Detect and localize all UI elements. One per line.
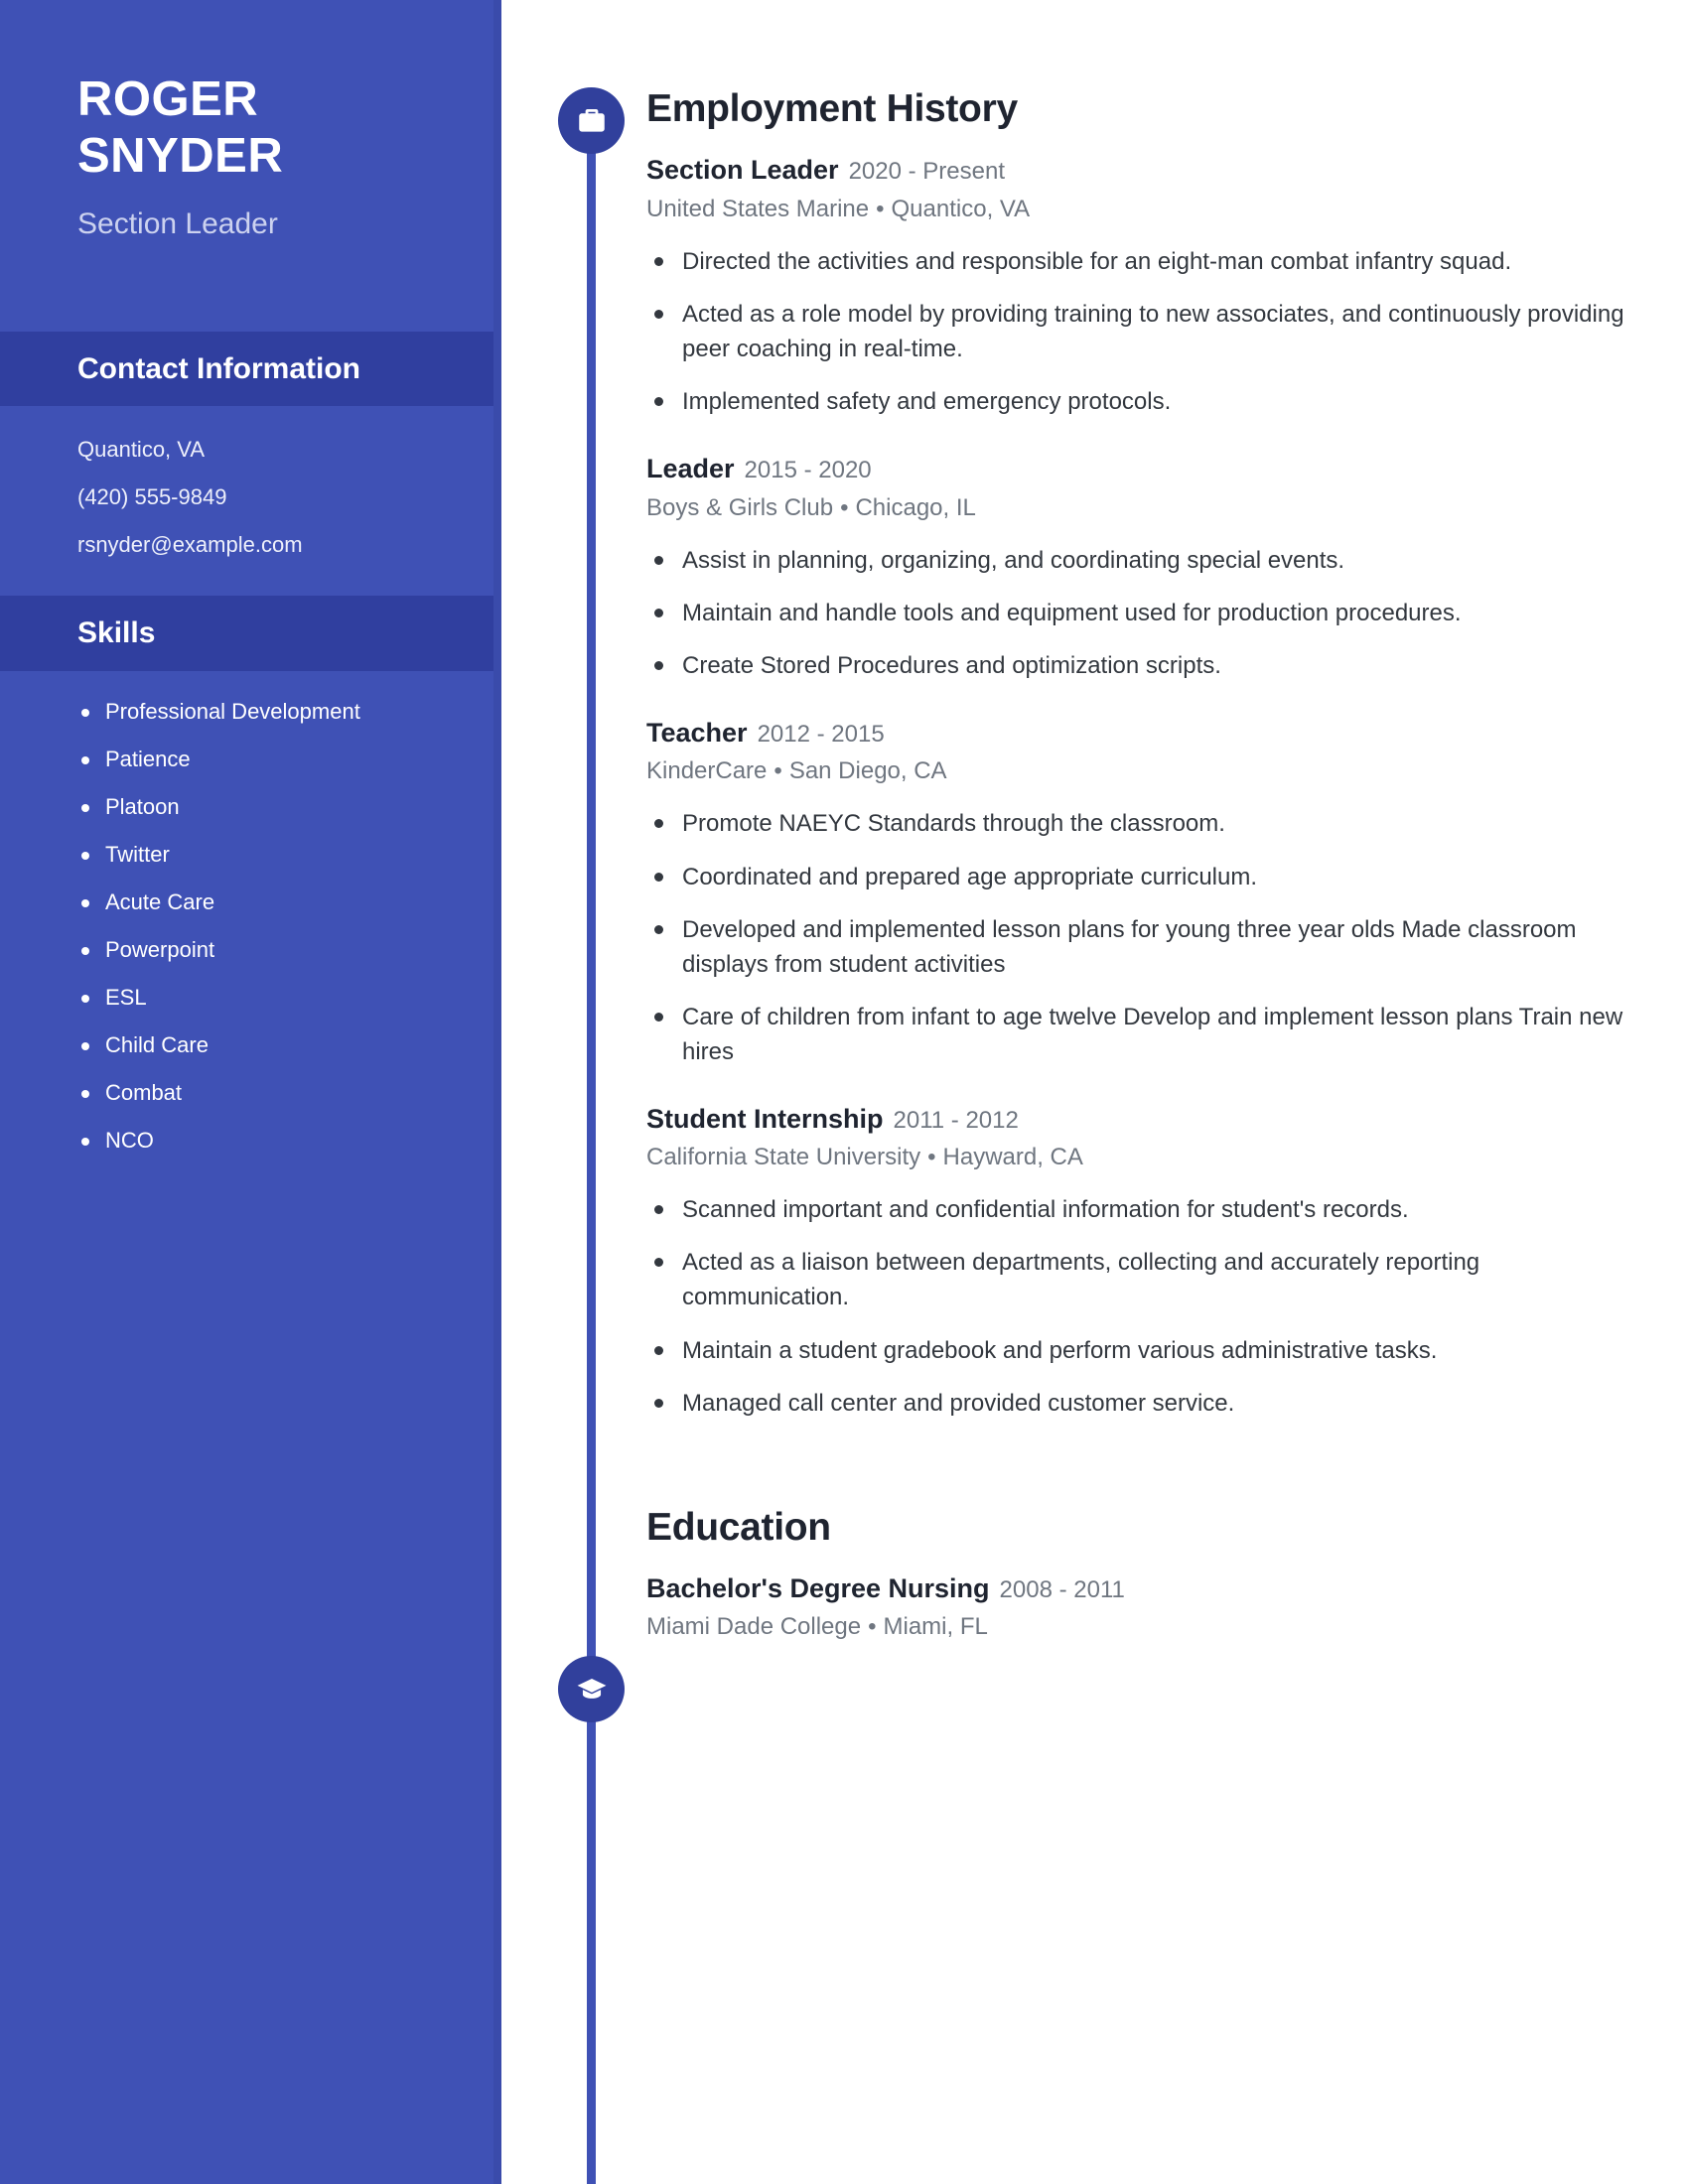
skill-item: Platoon (77, 795, 471, 818)
entry-title-row: Section Leader 2020 - Present (646, 154, 1639, 188)
job-dates: 2020 - Present (848, 158, 1005, 185)
sidebar: ROGER SNYDER Section Leader Contact Info… (0, 0, 500, 2184)
skill-item: ESL (77, 986, 471, 1009)
education-section: Education Bachelor's Degree Nursing 2008 … (646, 1508, 1639, 1643)
bullet-item: Assist in planning, organizing, and coor… (646, 543, 1639, 578)
job-bullets: Directed the activities and responsible … (646, 244, 1639, 419)
skill-item: Patience (77, 748, 471, 770)
school-location: Miami, FL (883, 1613, 988, 1641)
bullet-item: Acted as a liaison between departments, … (646, 1245, 1639, 1314)
skill-item: Child Care (77, 1033, 471, 1056)
contact-section-header: Contact Information (0, 331, 500, 407)
job-dates: 2012 - 2015 (757, 720, 885, 748)
skill-item: Professional Development (77, 700, 471, 723)
company-name: Boys & Girls Club (646, 493, 834, 521)
job-location: Chicago, IL (855, 493, 976, 521)
bullet-item: Developed and implemented lesson plans f… (646, 912, 1639, 982)
skill-item: NCO (77, 1129, 471, 1152)
skill-item: Twitter (77, 843, 471, 866)
bullet-item: Coordinated and prepared age appropriate… (646, 860, 1639, 894)
entry-meta: United States Marine • Quantico, VA (646, 195, 1639, 224)
contact-location: Quantico, VA (77, 437, 205, 463)
degree-dates: 2008 - 2011 (999, 1575, 1125, 1603)
skill-item: Combat (77, 1081, 471, 1104)
employment-entry: Teacher 2012 - 2015 KinderCare • San Diego,… (646, 717, 1639, 1069)
graduation-cap-icon (558, 1656, 625, 1722)
separator-dot: • (840, 493, 849, 521)
job-location: Hayward, CA (942, 1144, 1083, 1171)
company-name: United States Marine (646, 195, 870, 222)
entry-title-row: Leader 2015 - 2020 (646, 453, 1639, 486)
separator-dot: • (876, 195, 885, 222)
skills-heading: Skills (77, 616, 156, 650)
bullet-item: Promote NAEYC Standards through the clas… (646, 806, 1639, 841)
company-name: KinderCare (646, 757, 768, 785)
last-name: SNYDER (77, 128, 284, 183)
skills-section-header: Skills (0, 596, 500, 671)
job-location: Quantico, VA (891, 195, 1031, 222)
separator-dot: • (868, 1613, 877, 1641)
employment-history-heading: Employment History (646, 87, 1018, 130)
skill-item: Powerpoint (77, 938, 471, 961)
job-dates: 2015 - 2020 (744, 456, 872, 483)
entry-meta: Boys & Girls Club • Chicago, IL (646, 493, 1639, 523)
main-column: Employment History Section Leader 2020 - … (646, 0, 1639, 1642)
entry-title-row: Bachelor's Degree Nursing 2008 - 2011 (646, 1572, 1639, 1606)
job-title: Section Leader (646, 155, 839, 185)
entry-meta: KinderCare • San Diego, CA (646, 756, 1639, 786)
bullet-item: Maintain a student gradebook and perform… (646, 1333, 1639, 1368)
degree-title: Bachelor's Degree Nursing (646, 1572, 990, 1603)
first-name: ROGER (77, 72, 259, 126)
employment-history-section: Employment History Section Leader 2020 - … (646, 89, 1639, 1421)
bullet-item: Create Stored Procedures and optimizatio… (646, 648, 1639, 683)
skills-list: Professional Development Patience Platoo… (0, 671, 500, 1191)
contact-heading: Contact Information (77, 351, 360, 385)
job-title: Leader (646, 453, 735, 483)
employment-entry: Student Internship 2011 - 2012 California… (646, 1103, 1639, 1421)
separator-dot: • (774, 757, 782, 785)
name-block: ROGER SNYDER Section Leader (0, 0, 500, 242)
bullet-item: Maintain and handle tools and equipment … (646, 596, 1639, 630)
school-name: Miami Dade College (646, 1613, 862, 1641)
entry-meta: Miami Dade College • Miami, FL (646, 1612, 1639, 1642)
briefcase-icon (558, 87, 625, 154)
job-dates: 2011 - 2012 (893, 1106, 1019, 1134)
timeline-rail (587, 109, 596, 2184)
bullet-item: Scanned important and confidential infor… (646, 1192, 1639, 1227)
employment-entry: Section Leader 2020 - Present United Stat… (646, 154, 1639, 419)
separator-dot: • (927, 1144, 936, 1171)
bullet-item: Care of children from infant to age twel… (646, 1000, 1639, 1069)
contact-list: Quantico, VA (420) 555-9849 rsnyder@exam… (0, 406, 500, 596)
entry-title-row: Student Internship 2011 - 2012 (646, 1103, 1639, 1137)
job-title: Teacher (646, 717, 748, 748)
entry-title-row: Teacher 2012 - 2015 (646, 717, 1639, 751)
job-title: Student Internship (646, 1103, 884, 1134)
bullet-item: Directed the activities and responsible … (646, 244, 1639, 279)
resume-page: ROGER SNYDER Section Leader Contact Info… (0, 0, 1688, 2184)
entry-meta: California State University • Hayward, CA (646, 1143, 1639, 1172)
job-bullets: Assist in planning, organizing, and coor… (646, 543, 1639, 683)
education-entry: Bachelor's Degree Nursing 2008 - 2011 Mia… (646, 1572, 1639, 1643)
education-heading: Education (646, 1505, 831, 1549)
company-name: California State University (646, 1144, 921, 1171)
employment-entry: Leader 2015 - 2020 Boys & Girls Club • Chic… (646, 453, 1639, 683)
job-bullets: Promote NAEYC Standards through the clas… (646, 806, 1639, 1068)
contact-email[interactable]: rsnyder@example.com (77, 534, 461, 556)
job-location: San Diego, CA (788, 757, 947, 785)
bullet-item: Managed call center and provided custome… (646, 1386, 1639, 1421)
sidebar-right-edge (493, 0, 501, 2184)
contact-phone[interactable]: (420) 555-9849 (77, 486, 461, 508)
bullet-item: Acted as a role model by providing train… (646, 297, 1639, 366)
bullet-item: Implemented safety and emergency protoco… (646, 384, 1639, 419)
headline-job-title: Section Leader (77, 206, 278, 240)
skill-item: Acute Care (77, 890, 471, 913)
job-bullets: Scanned important and confidential infor… (646, 1192, 1639, 1420)
